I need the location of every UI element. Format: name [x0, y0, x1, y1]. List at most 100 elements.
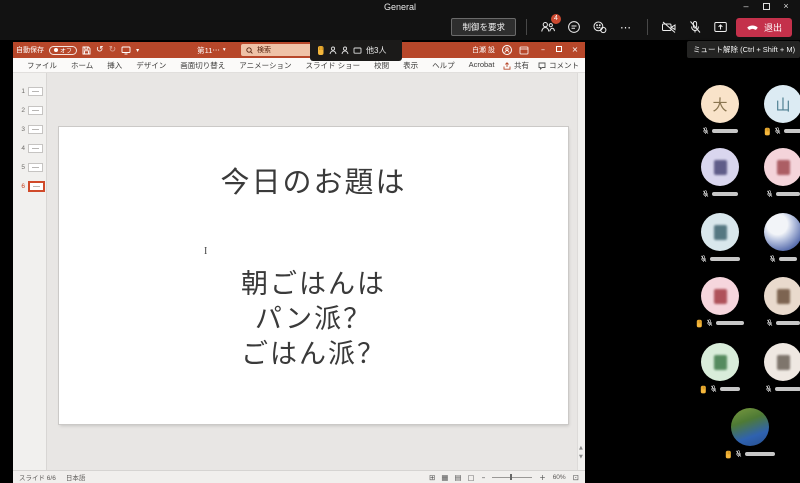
participant-tile-9[interactable] — [691, 343, 749, 393]
screen-icon — [353, 47, 362, 55]
minimize-button[interactable]: – — [736, 0, 756, 13]
participant-tile-3[interactable] — [691, 148, 749, 198]
participant-tile-11[interactable] — [721, 408, 779, 458]
camera-toggle-button[interactable] — [658, 17, 680, 37]
mic-off-icon — [702, 190, 709, 198]
next-slide-button[interactable]: ▼ — [579, 454, 583, 460]
participant-tile-8[interactable] — [754, 277, 800, 327]
share-screen-button[interactable] — [710, 17, 732, 37]
request-control-button[interactable]: 制御を要求 — [451, 18, 516, 36]
slide-body-text[interactable]: 朝ごはんは パン派？ ごはん派？ — [59, 267, 568, 372]
slide-thumbnail-panel: 123456 — [13, 73, 47, 470]
participant-name — [784, 129, 800, 133]
account-name[interactable]: 白瀬 設 — [472, 45, 495, 55]
autosave-state: オフ — [60, 46, 72, 55]
redo-icon[interactable]: ↻ — [109, 46, 117, 55]
participants-button[interactable]: 4 — [537, 17, 559, 37]
avatar-initial — [777, 355, 790, 370]
chat-button[interactable] — [563, 17, 585, 37]
ribbon-tab-3[interactable]: デザイン — [129, 60, 173, 71]
account-avatar[interactable] — [502, 45, 512, 55]
slide-body-line: 朝ごはんは — [59, 267, 568, 302]
zoom-level[interactable]: 60% — [553, 474, 566, 481]
ribbon-tab-8[interactable]: 表示 — [396, 60, 425, 71]
slide-editor[interactable]: 今日のお題は 朝ごはんは パン派？ ごはん派？ — [59, 127, 568, 424]
participant-avatar: 山 — [764, 85, 800, 123]
slide-sorter-icon[interactable]: ▦ — [441, 473, 448, 482]
undo-icon[interactable]: ↺ — [96, 46, 104, 55]
ribbon-tab-file[interactable]: ファイル — [20, 60, 64, 71]
search-icon — [246, 47, 253, 54]
save-icon[interactable] — [82, 46, 91, 55]
slide-thumbnail-6[interactable]: 6 — [13, 177, 46, 196]
normal-view-icon[interactable]: ⊞ — [429, 473, 435, 482]
ribbon-tab-9[interactable]: ヘルプ — [425, 60, 462, 71]
participant-tile-10[interactable] — [754, 343, 800, 393]
slideshow-icon[interactable]: ▢ — [468, 473, 475, 482]
slide-number-indicator[interactable]: スライド 6/6 — [19, 472, 56, 482]
participant-tile-2[interactable]: 山 — [754, 85, 800, 135]
ribbon-tab-10[interactable]: Acrobat — [462, 60, 502, 71]
participant-name — [779, 257, 797, 261]
participant-name — [720, 387, 740, 391]
zoom-out-button[interactable]: – — [482, 473, 486, 482]
slide-thumbnail-5[interactable]: 5 — [13, 158, 46, 177]
participant-name-row — [754, 319, 800, 327]
ribbon-display-options-icon[interactable] — [519, 46, 529, 55]
ribbon-tab-1[interactable]: ホーム — [64, 60, 100, 71]
start-slideshow-icon[interactable] — [121, 46, 131, 55]
slide-thumbnail-4[interactable]: 4 — [13, 139, 46, 158]
ribbon-tab-4[interactable]: 画面切り替え — [173, 60, 232, 71]
participant-name — [712, 192, 738, 196]
maximize-button[interactable] — [756, 0, 776, 13]
language-indicator[interactable]: 日本語 — [66, 472, 86, 482]
participant-tile-1[interactable]: 大 — [691, 85, 749, 135]
participant-tile-4[interactable] — [754, 148, 800, 198]
raised-hand-icon — [317, 45, 325, 56]
slide-thumbnail-1[interactable]: 1 — [13, 82, 46, 101]
participant-name — [775, 387, 800, 391]
leave-button[interactable]: 退出 — [736, 18, 792, 37]
ribbon-tab-5[interactable]: アニメーション — [232, 60, 298, 71]
autosave-toggle[interactable]: オフ — [49, 46, 77, 55]
fit-to-window-button[interactable]: ⊡ — [573, 473, 579, 482]
viewers-overlay[interactable]: 他3人 — [310, 40, 402, 61]
mic-toggle-button[interactable] — [684, 17, 706, 37]
ribbon-tab-2[interactable]: 挿入 — [100, 60, 129, 71]
slide-title-text[interactable]: 今日のお題は — [59, 159, 568, 201]
participant-tile-6[interactable] — [754, 213, 800, 263]
participant-name — [710, 257, 740, 261]
qat-customize-icon[interactable]: ▾ — [136, 46, 139, 55]
zoom-slider-handle[interactable] — [510, 474, 512, 480]
more-options-button[interactable]: ⋯ — [615, 17, 637, 37]
raised-hand-icon — [700, 385, 707, 394]
share-button[interactable]: 共有 — [503, 60, 529, 71]
mic-off-icon — [702, 127, 709, 135]
close-button[interactable]: × — [776, 0, 796, 13]
slide-thumbnail-3[interactable]: 3 — [13, 120, 46, 139]
ppt-close-button[interactable]: × — [568, 43, 582, 57]
document-title[interactable]: 第11⋯ ▾ — [197, 45, 226, 56]
slide-thumbnail-2[interactable]: 2 — [13, 101, 46, 120]
participant-name — [776, 321, 800, 325]
chat-icon — [567, 20, 581, 34]
participant-tile-5[interactable] — [691, 213, 749, 263]
ppt-restore-button[interactable] — [552, 43, 566, 57]
vertical-scrollbar[interactable]: ▲ ▼ — [577, 73, 585, 470]
participant-tile-7[interactable] — [691, 277, 749, 327]
comments-button[interactable]: コメント — [538, 60, 579, 71]
zoom-slider[interactable] — [492, 477, 532, 478]
unmute-tooltip: ミュート解除 (Ctrl + Shift + M) — [687, 41, 800, 58]
zoom-in-button[interactable]: + — [539, 473, 545, 482]
avatar-initial — [714, 160, 727, 175]
person-icon — [329, 46, 337, 55]
previous-slide-button[interactable]: ▲ — [579, 445, 583, 451]
reading-view-icon[interactable]: ▤ — [454, 473, 461, 482]
participant-name-row — [691, 255, 749, 263]
others-count: 他3人 — [366, 45, 386, 56]
avatar-initial — [777, 160, 790, 175]
ppt-minimize-button[interactable]: – — [536, 43, 550, 57]
ribbon-tab-7[interactable]: 校閲 — [367, 60, 396, 71]
reactions-button[interactable] — [589, 17, 611, 37]
ribbon-tab-6[interactable]: スライド ショー — [298, 60, 367, 71]
